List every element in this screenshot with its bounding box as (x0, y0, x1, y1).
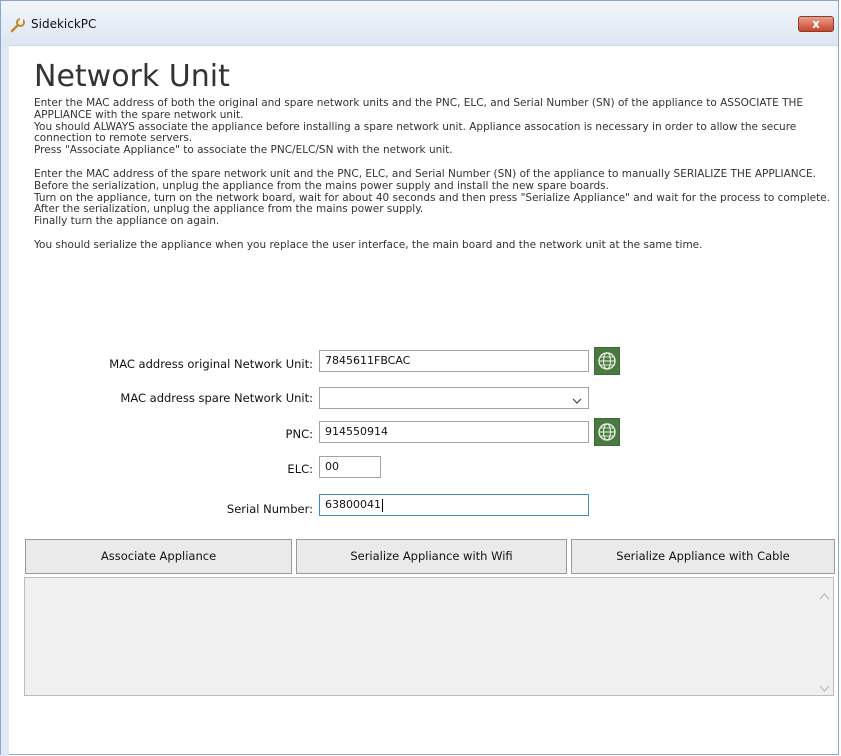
close-button[interactable]: x (798, 16, 834, 32)
title-bar: SidekickPC x (1, 1, 838, 46)
pnc-input[interactable]: 914550914 (319, 421, 589, 443)
chevron-up-icon[interactable] (819, 586, 830, 600)
mac-original-input[interactable]: 7845611FBCAC (319, 350, 589, 372)
instruction-paragraph: Enter the MAC address of both the origin… (34, 97, 804, 121)
instruction-paragraph: Press "Associate Appliance" to associate… (34, 144, 453, 157)
lookup-pnc-button[interactable] (594, 418, 620, 446)
serial-number-label: Serial Number: (226, 502, 313, 516)
associate-appliance-button[interactable]: Associate Appliance (25, 539, 292, 574)
instruction-paragraph: Before the serialization, unplug the app… (34, 179, 609, 192)
chevron-down-icon[interactable] (819, 678, 830, 692)
instruction-paragraph: Finally turn the appliance on again. (34, 215, 220, 228)
pnc-label: PNC: (285, 427, 313, 441)
output-scrollbar[interactable] (816, 578, 833, 695)
serialize-wifi-button[interactable]: Serialize Appliance with Wifi (296, 539, 567, 574)
pnc-value: 914550914 (325, 425, 388, 438)
app-window: SidekickPC x Network Unit Enter the MAC … (0, 0, 839, 756)
elc-label: ELC: (287, 462, 313, 476)
serial-number-input[interactable]: 63800041 (319, 494, 589, 516)
mac-original-label: MAC address original Network Unit: (109, 357, 313, 371)
mac-original-value: 7845611FBCAC (325, 354, 411, 367)
chevron-down-icon (572, 393, 582, 404)
window-title: SidekickPC (31, 17, 97, 31)
serialize-cable-button[interactable]: Serialize Appliance with Cable (571, 539, 835, 574)
instruction-paragraph: You should ALWAYS associate the applianc… (34, 120, 797, 145)
serial-number-value: 63800041 (325, 498, 381, 511)
window-left-edge (1, 45, 9, 756)
instructions-text: Enter the MAC address of both the origin… (34, 97, 839, 252)
instruction-paragraph: You should serialize the appliance when … (34, 238, 703, 251)
page-title: Network Unit (34, 59, 230, 94)
mac-spare-select[interactable] (319, 387, 589, 409)
text-cursor (382, 498, 383, 512)
elc-input[interactable]: 00 (319, 456, 381, 478)
elc-value: 00 (325, 460, 339, 473)
wrench-icon (10, 17, 26, 33)
instruction-paragraph: Enter the MAC address of the spare netwo… (34, 167, 816, 180)
output-log[interactable] (24, 577, 834, 696)
lookup-mac-button[interactable] (594, 347, 620, 375)
mac-spare-label: MAC address spare Network Unit: (120, 391, 313, 405)
close-icon: x (812, 17, 820, 31)
